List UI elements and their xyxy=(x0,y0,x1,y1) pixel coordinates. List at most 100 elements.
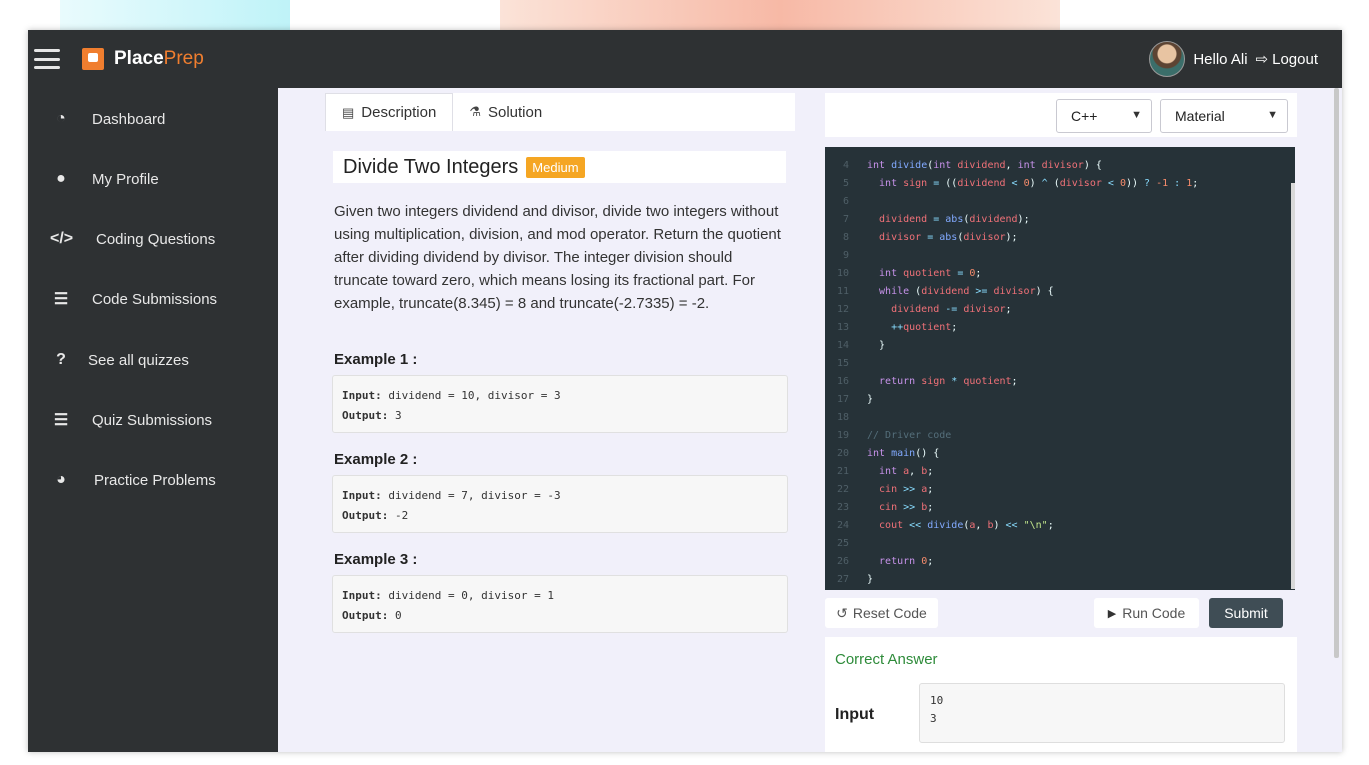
example-input-label: Input: xyxy=(342,489,382,502)
dashboard-icon: ◔ xyxy=(56,110,66,127)
list-icon: ▤ xyxy=(342,104,355,120)
reset-code-label: Reset Code xyxy=(852,605,927,621)
flask-icon: ⚗ xyxy=(469,104,481,119)
code-line: 10 int quotient = 0; xyxy=(836,267,982,279)
code-line: 9 xyxy=(842,249,849,261)
decorative-stripe-orange xyxy=(500,0,1060,30)
tab-label: Solution xyxy=(487,103,543,121)
example-input: dividend = 7, divisor = -3 xyxy=(388,489,561,502)
brand-secondary: Prep xyxy=(163,48,204,69)
problem-tabs: ▤ Description ⚗ Solution xyxy=(325,93,795,131)
code-line: 24 cout << divide(a, b) << "\n"; xyxy=(836,519,1054,531)
result-panel: Correct Answer Input 10 3 xyxy=(825,637,1297,752)
code-line: 12 dividend -= divisor; xyxy=(836,303,1012,315)
result-input-label: Input xyxy=(835,706,875,723)
example-title: Example 1 : xyxy=(334,351,418,368)
sidebar-item-coding-questions[interactable]: </> Coding Questions xyxy=(28,219,278,259)
result-input-line: 3 xyxy=(930,712,937,725)
code-line: 20 int main() { xyxy=(836,447,940,459)
result-input-line: 10 xyxy=(930,694,944,707)
result-status: Correct Answer xyxy=(835,651,938,668)
example-output: 0 xyxy=(394,609,402,622)
question-mark-icon: ? xyxy=(56,351,66,368)
pie-chart-icon: ◕ xyxy=(56,471,66,488)
logo-icon xyxy=(82,48,104,70)
top-navbar: PlacePrep Hello Ali ⇨ Logout xyxy=(28,30,1342,88)
example-box: Input: dividend = 10, divisor = 3 Output… xyxy=(332,375,788,433)
tab-solution[interactable]: ⚗ Solution xyxy=(453,93,558,131)
code-line: 27} xyxy=(836,573,874,585)
difficulty-badge: Medium xyxy=(526,156,585,178)
theme-select-value: Material xyxy=(1175,108,1225,124)
sidebar-item-label: Coding Questions xyxy=(96,230,216,248)
sidebar-item-label: Practice Problems xyxy=(94,471,216,489)
theme-select[interactable]: Material ▼ xyxy=(1160,99,1288,133)
user-area: Hello Ali ⇨ Logout xyxy=(1149,41,1318,77)
sidebar-item-label: My Profile xyxy=(92,170,159,188)
tab-description[interactable]: ▤ Description xyxy=(325,93,454,131)
play-icon: ▶ xyxy=(1107,607,1117,620)
code-line: 21 int a, b; xyxy=(836,465,934,477)
code-line: 7 dividend = abs(dividend); xyxy=(842,213,1030,225)
problem-header: Divide Two Integers Medium xyxy=(333,151,786,183)
example-output-label: Output: xyxy=(342,609,389,622)
example-output-label: Output: xyxy=(342,509,389,522)
code-line: 18 xyxy=(836,411,849,423)
code-line: 25 xyxy=(836,537,849,549)
code-line: 14 } xyxy=(836,339,886,351)
sidebar: ◔ Dashboard ● My Profile </> Coding Ques… xyxy=(28,88,278,752)
example-output: 3 xyxy=(394,409,402,422)
language-select-value: C++ xyxy=(1071,108,1098,124)
chevron-down-icon: ▼ xyxy=(1267,109,1278,121)
brand-primary: Place xyxy=(114,48,164,69)
code-line: 4 int divide(int dividend, int divisor) { xyxy=(842,159,1102,171)
brand-logo[interactable]: PlacePrep xyxy=(114,48,204,70)
logout-button[interactable]: ⇨ Logout xyxy=(1255,50,1318,69)
sidebar-item-dashboard[interactable]: ◔ Dashboard xyxy=(28,99,278,139)
language-select[interactable]: C++ ▼ xyxy=(1056,99,1152,133)
code-line: 15 xyxy=(836,357,849,369)
app-window: PlacePrep Hello Ali ⇨ Logout ◔ Dashboard… xyxy=(28,30,1342,752)
sidebar-item-code-submissions[interactable]: ☰ Code Submissions xyxy=(28,279,278,319)
code-icon: </> xyxy=(50,230,74,247)
example-output: -2 xyxy=(394,509,409,522)
page-scrollbar[interactable] xyxy=(1334,88,1339,658)
sidebar-item-see-all-quizzes[interactable]: ? See all quizzes xyxy=(28,340,278,380)
problem-title: Divide Two Integers xyxy=(343,155,519,178)
sidebar-item-quiz-submissions[interactable]: ☰ Quiz Submissions xyxy=(28,400,278,440)
logout-icon: ⇨ xyxy=(1255,51,1269,68)
hamburger-menu-icon[interactable] xyxy=(34,49,60,69)
logout-label: Logout xyxy=(1272,50,1318,68)
code-line: 22 cin >> a; xyxy=(836,483,934,495)
run-code-button[interactable]: ▶ Run Code xyxy=(1094,598,1199,628)
tab-label: Description xyxy=(361,104,437,121)
editor-scrollbar[interactable] xyxy=(1291,183,1295,589)
sidebar-item-label: Code Submissions xyxy=(92,290,218,308)
example-input: dividend = 0, divisor = 1 xyxy=(388,589,554,602)
chevron-down-icon: ▼ xyxy=(1131,109,1142,121)
example-title: Example 3 : xyxy=(334,551,418,568)
avatar[interactable] xyxy=(1149,41,1186,77)
submit-button[interactable]: Submit xyxy=(1209,598,1283,628)
reset-code-button[interactable]: ↺ Reset Code xyxy=(825,598,938,628)
sidebar-item-my-profile[interactable]: ● My Profile xyxy=(28,159,278,199)
sidebar-item-practice-problems[interactable]: ◕ Practice Problems xyxy=(28,460,278,500)
example-title: Example 2 : xyxy=(334,451,418,468)
code-line: 17} xyxy=(836,393,874,405)
example-input: dividend = 10, divisor = 3 xyxy=(388,389,561,402)
code-line: 16 return sign * quotient; xyxy=(836,375,1018,387)
code-line: 8 divisor = abs(divisor); xyxy=(842,231,1018,243)
code-line: 5 int sign = ((dividend < 0) ^ (divisor … xyxy=(842,177,1199,189)
list-check-icon: ☰ xyxy=(53,291,69,308)
problem-description: Given two integers dividend and divisor,… xyxy=(334,203,781,312)
code-line: 11 while (dividend >= divisor) { xyxy=(836,285,1054,297)
code-editor[interactable]: 4 int divide(int dividend, int divisor) {… xyxy=(825,147,1295,590)
example-output-label: Output: xyxy=(342,409,389,422)
code-line: 19// Driver code xyxy=(836,429,952,441)
code-line: 23 cin >> b; xyxy=(836,501,934,513)
run-code-label: Run Code xyxy=(1122,605,1186,621)
code-line: 26 return 0; xyxy=(836,555,934,567)
example-input-label: Input: xyxy=(342,589,382,602)
example-box: Input: dividend = 0, divisor = 1 Output:… xyxy=(332,575,788,633)
example-input-label: Input: xyxy=(342,389,382,402)
